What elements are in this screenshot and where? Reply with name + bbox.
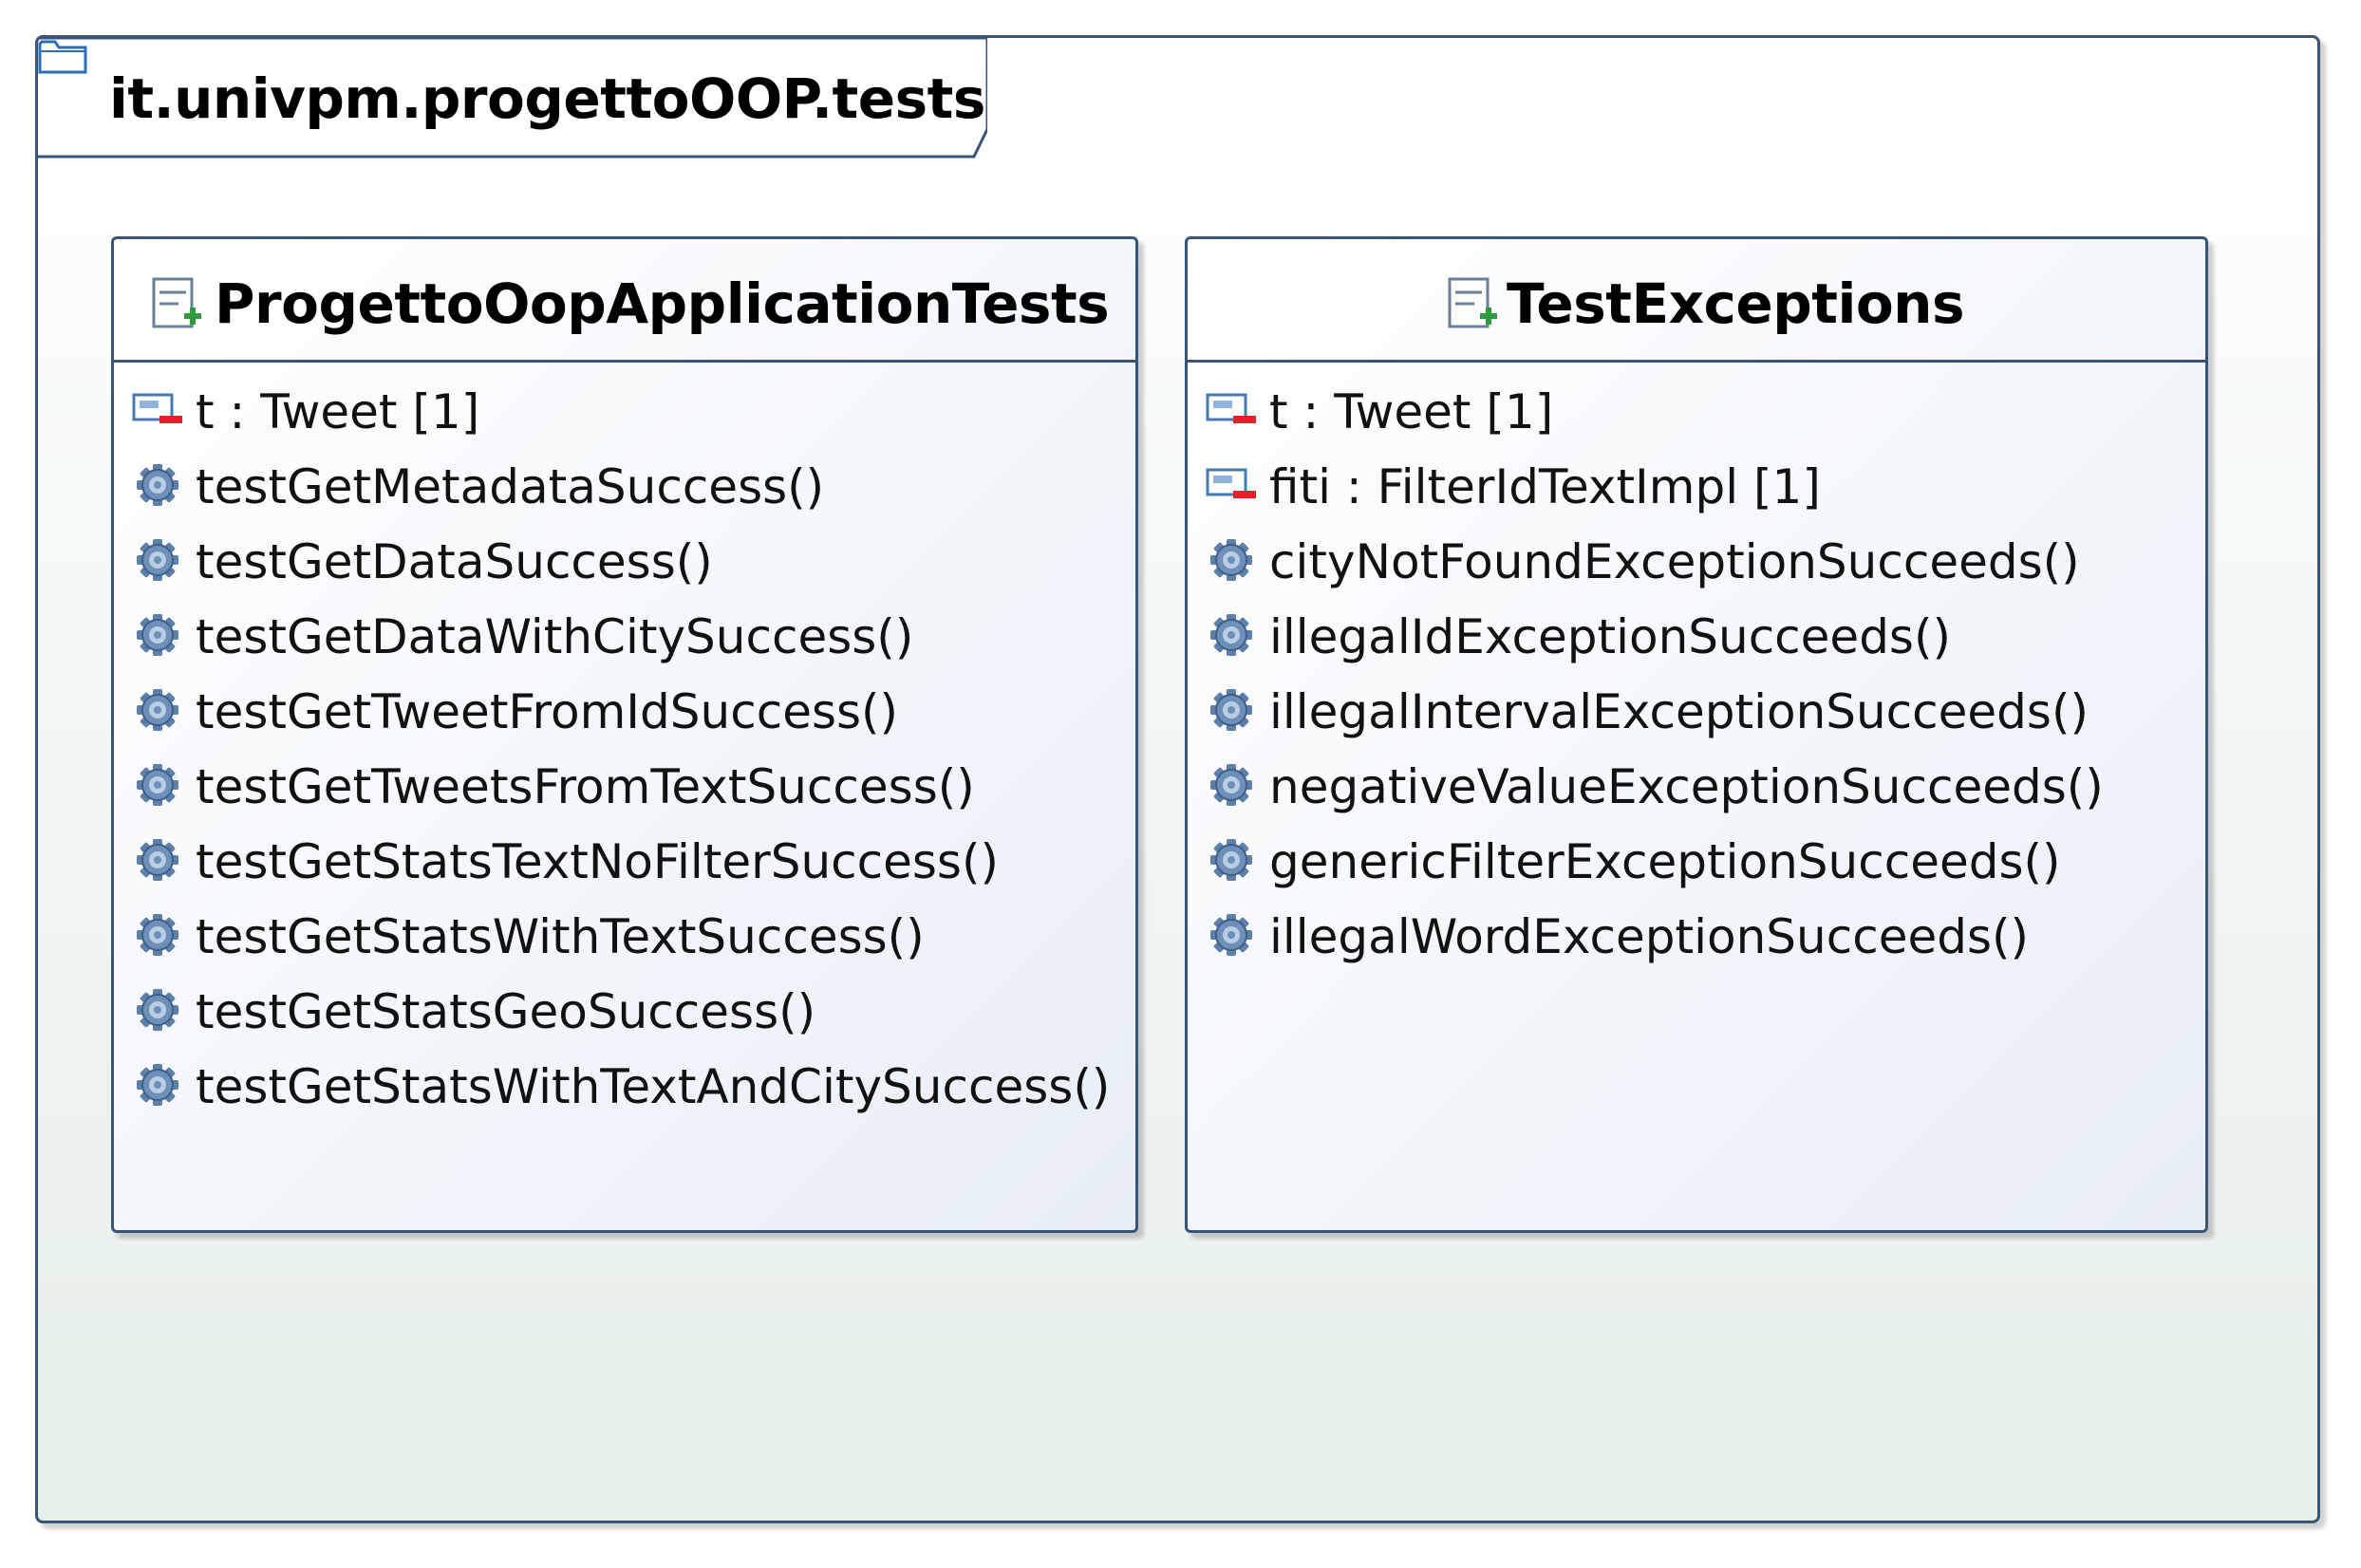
gear-icon (131, 762, 184, 810)
folder-icon (38, 40, 87, 74)
attribute-row[interactable]: t : Tweet [1] (114, 382, 1135, 457)
attribute-label: t : Tweet [1] (1269, 384, 1554, 439)
gear-icon (131, 1062, 184, 1110)
operation-label: illegalIntervalExceptionSucceeds() (1269, 684, 2089, 739)
operation-row[interactable]: testGetMetadataSuccess() (114, 457, 1135, 532)
operation-row[interactable]: testGetStatsWithTextAndCitySuccess() (114, 1056, 1135, 1131)
operation-label: negativeValueExceptionSucceeds() (1269, 759, 2104, 814)
class-header: TestExceptions (1188, 239, 2205, 363)
attribute-label: t : Tweet [1] (196, 384, 480, 439)
private-attribute-icon (1205, 387, 1258, 435)
operation-label: cityNotFoundExceptionSucceeds() (1269, 534, 2080, 589)
operation-row[interactable]: testGetTweetFromIdSuccess() (114, 681, 1135, 756)
gear-icon (1205, 762, 1258, 810)
diagram-canvas: it.univpm.progettoOOP.tests ProgettoOopA… (0, 0, 2361, 1568)
operation-label: testGetStatsGeoSuccess() (196, 984, 816, 1039)
class-box-testexceptions[interactable]: TestExceptions t : Tweet [1] fiti : Filte… (1185, 236, 2208, 1233)
operation-label: testGetStatsWithTextSuccess() (196, 909, 925, 964)
operation-row[interactable]: testGetTweetsFromTextSuccess() (114, 756, 1135, 831)
package-frame[interactable]: it.univpm.progettoOOP.tests ProgettoOopA… (35, 35, 2320, 1523)
operation-label: testGetDataWithCitySuccess() (196, 609, 914, 664)
operation-row[interactable]: cityNotFoundExceptionSucceeds() (1188, 532, 2205, 607)
member-list: t : Tweet [1] testGetMetadataSuccess() tes… (114, 382, 1135, 1131)
operation-label: illegalWordExceptionSucceeds() (1269, 909, 2030, 964)
private-attribute-icon (131, 387, 184, 435)
class-box-progettooopapplicationtests[interactable]: ProgettoOopApplicationTests t : Tweet [1… (111, 236, 1138, 1233)
gear-icon (131, 462, 184, 510)
attribute-label: fiti : FilterIdTextImpl [1] (1269, 459, 1821, 514)
gear-icon (131, 537, 184, 585)
operation-label: testGetTweetFromIdSuccess() (196, 684, 899, 739)
operation-row[interactable]: testGetDataWithCitySuccess() (114, 607, 1135, 681)
operation-row[interactable]: testGetStatsTextNoFilterSuccess() (114, 831, 1135, 906)
operation-label: illegalIdExceptionSucceeds() (1269, 609, 1951, 664)
gear-icon (131, 987, 184, 1035)
test-class-icon (1448, 277, 1497, 328)
operation-label: genericFilterExceptionSucceeds() (1269, 834, 2061, 889)
private-attribute-icon (1205, 462, 1258, 510)
operation-label: testGetMetadataSuccess() (196, 459, 825, 514)
operation-label: testGetDataSuccess() (196, 534, 713, 589)
gear-icon (1205, 612, 1258, 660)
operation-label: testGetStatsTextNoFilterSuccess() (196, 834, 999, 889)
operation-row[interactable]: testGetStatsGeoSuccess() (114, 981, 1135, 1056)
operation-row[interactable]: testGetDataSuccess() (114, 532, 1135, 607)
gear-icon (131, 687, 184, 735)
operation-row[interactable]: negativeValueExceptionSucceeds() (1188, 756, 2205, 831)
gear-icon (131, 837, 184, 885)
member-list: t : Tweet [1] fiti : FilterIdTextImpl [1]… (1188, 382, 2205, 981)
gear-icon (1205, 912, 1258, 960)
attribute-row[interactable]: t : Tweet [1] (1188, 382, 2205, 457)
class-header: ProgettoOopApplicationTests (114, 239, 1135, 363)
class-name: TestExceptions (1507, 271, 1964, 336)
class-name: ProgettoOopApplicationTests (215, 271, 1110, 336)
operation-row[interactable]: illegalWordExceptionSucceeds() (1188, 906, 2205, 981)
attribute-row[interactable]: fiti : FilterIdTextImpl [1] (1188, 457, 2205, 532)
operation-row[interactable]: testGetStatsWithTextSuccess() (114, 906, 1135, 981)
operation-label: testGetStatsWithTextAndCitySuccess() (196, 1059, 1111, 1114)
operation-label: testGetTweetsFromTextSuccess() (196, 759, 975, 814)
package-tab: it.univpm.progettoOOP.tests (38, 38, 987, 159)
gear-icon (1205, 837, 1258, 885)
test-class-icon (152, 277, 201, 328)
operation-row[interactable]: genericFilterExceptionSucceeds() (1188, 831, 2205, 906)
operation-row[interactable]: illegalIntervalExceptionSucceeds() (1188, 681, 2205, 756)
gear-icon (1205, 537, 1258, 585)
gear-icon (131, 612, 184, 660)
operation-row[interactable]: illegalIdExceptionSucceeds() (1188, 607, 2205, 681)
gear-icon (1205, 687, 1258, 735)
gear-icon (131, 912, 184, 960)
package-name: it.univpm.progettoOOP.tests (109, 66, 985, 131)
